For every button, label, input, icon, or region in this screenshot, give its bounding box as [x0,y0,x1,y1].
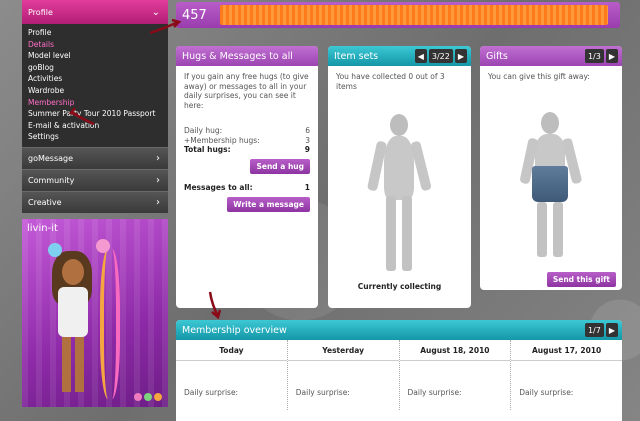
annotation-arrows [68,18,222,320]
arrow-to-level [149,20,179,35]
arrow-to-membership-head [68,107,79,117]
